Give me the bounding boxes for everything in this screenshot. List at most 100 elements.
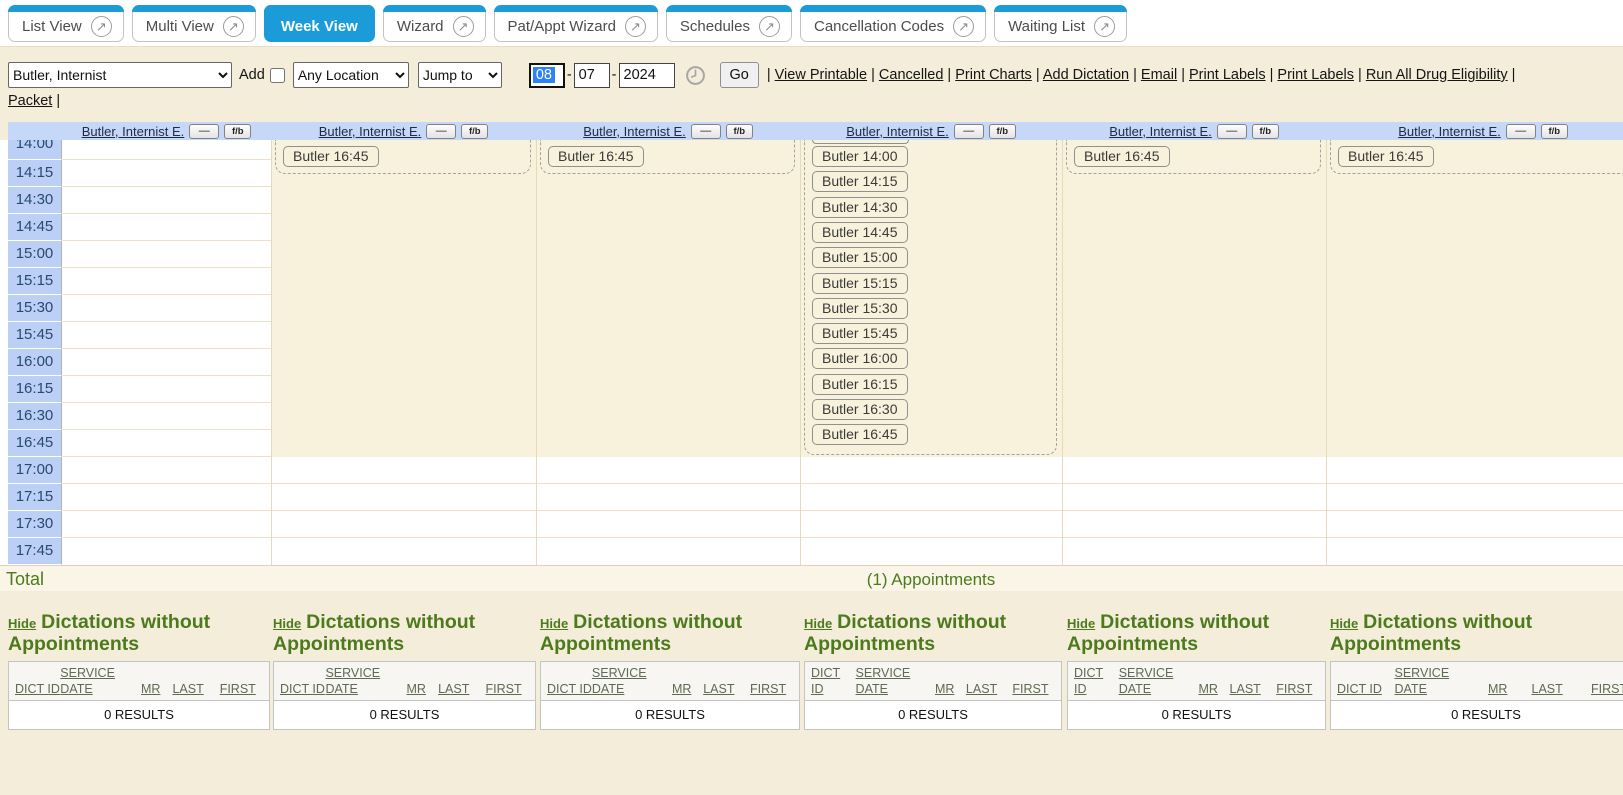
appointment-chip[interactable]: Butler 16:45 [548,146,644,167]
provider-link[interactable]: Butler, Internist E. [1398,124,1501,139]
appointment-chip[interactable]: Butler 16:45 [1074,146,1170,167]
dictations-column-header[interactable]: SERVICE DATE [856,665,935,697]
dictations-column-header[interactable]: MR [672,681,703,697]
appointment-chip[interactable]: Butler 15:30 [812,298,908,319]
dictations-column-header[interactable]: FIRST [220,681,263,697]
hide-dictations-link[interactable]: Hide [273,616,301,631]
hide-dictations-link[interactable]: Hide [540,616,568,631]
provider-link[interactable]: Butler, Internist E. [319,124,422,139]
appointment-chip[interactable]: Butler 15:15 [812,273,908,294]
dictations-column-header[interactable]: SERVICE DATE [325,665,406,697]
collapse-column-button[interactable]: — [691,124,721,139]
toolbar-link[interactable]: Print Labels [1277,67,1354,83]
dictations-column-header[interactable]: FIRST [750,681,793,697]
dictations-column-header[interactable]: DICT ID [280,681,325,697]
appointment-chip[interactable]: Butler 16:45 [1338,146,1434,167]
dictations-column-header[interactable]: DICT ID [811,665,856,697]
hide-dictations-link[interactable]: Hide [1330,616,1358,631]
dictations-column-header[interactable]: MR [1488,681,1520,697]
toolbar-link[interactable]: Print Charts [955,67,1032,83]
popout-icon[interactable]: ↗ [453,16,474,37]
hide-dictations-link[interactable]: Hide [8,616,36,631]
dictations-column-header[interactable]: LAST [703,681,750,697]
appointment-chip[interactable]: Butler 15:45 [812,323,908,344]
dictations-column-header[interactable]: FIRST [486,681,529,697]
popout-icon[interactable]: ↗ [953,16,974,37]
dictations-column-header[interactable]: FIRST [1012,681,1055,697]
date-year-input[interactable] [619,63,675,88]
dictations-column-header[interactable]: MR [141,681,172,697]
toolbar-link[interactable]: Packet [8,93,52,109]
dictations-column-header[interactable]: DICT ID [1337,681,1383,697]
provider-link[interactable]: Butler, Internist E. [846,124,949,139]
popout-icon[interactable]: ↗ [1094,16,1115,37]
date-day-input[interactable] [574,63,610,88]
tab-schedules[interactable]: Schedules↗ [666,5,792,42]
toolbar-link[interactable]: Print Labels [1189,67,1266,83]
appointment-chip[interactable]: Butler 15:00 [812,247,908,268]
dictations-column-header[interactable]: MR [406,681,438,697]
dictations-column-header[interactable]: LAST [1532,681,1580,697]
appointment-chip[interactable]: Butler 14:00 [812,146,908,167]
tab-week-view[interactable]: Week View [264,5,375,42]
collapse-column-button[interactable]: — [954,124,984,139]
forward-back-button[interactable]: f/b [461,124,488,139]
toolbar-link[interactable]: Email [1141,67,1177,83]
dictations-column-header[interactable]: MR [935,681,966,697]
hide-dictations-link[interactable]: Hide [804,616,832,631]
hide-dictations-link[interactable]: Hide [1067,616,1095,631]
appointment-chip[interactable]: Butler 16:30 [812,399,908,420]
add-checkbox[interactable] [270,68,285,83]
appointment-chip[interactable]: Butler 14:45 [812,222,908,243]
appointment-chip[interactable]: Butler 16:00 [812,348,908,369]
dictations-column-header[interactable]: LAST [966,681,1012,697]
tab-cancellation-codes[interactable]: Cancellation Codes↗ [800,5,986,42]
dictations-column-header[interactable]: LAST [172,681,219,697]
dictations-column-header[interactable]: FIRST [1276,681,1319,697]
popout-icon[interactable]: ↗ [223,16,244,37]
clock-icon[interactable] [685,65,706,86]
provider-link[interactable]: Butler, Internist E. [1109,124,1212,139]
forward-back-button[interactable]: f/b [989,124,1016,139]
forward-back-button[interactable]: f/b [726,124,753,139]
dictations-column-header[interactable]: MR [1198,681,1229,697]
appointment-chip[interactable]: Butler 14:30 [812,197,908,218]
provider-select[interactable]: Butler, Internist [8,62,232,88]
tab-pat-appt-wizard[interactable]: Pat/Appt Wizard↗ [494,5,658,42]
toolbar-link[interactable]: Cancelled [879,67,944,83]
tab-multi-view[interactable]: Multi View↗ [132,5,256,42]
forward-back-button[interactable]: f/b [1252,124,1279,139]
date-month-input[interactable]: 08 [529,63,565,88]
toolbar-link[interactable]: Add Dictation [1043,67,1129,83]
provider-link[interactable]: Butler, Internist E. [82,124,185,139]
popout-icon[interactable]: ↗ [759,16,780,37]
appointment-chip[interactable]: Butler 14:15 [812,171,908,192]
jump-to-select[interactable]: Jump to [418,62,502,88]
go-button[interactable]: Go [720,62,759,88]
dictations-column-header[interactable]: DICT ID [1074,665,1119,697]
tab-list-view[interactable]: List View↗ [8,5,124,42]
toolbar-link[interactable]: View Printable [775,67,867,83]
collapse-column-button[interactable]: — [426,124,456,139]
dictations-column-header[interactable]: SERVICE DATE [1395,665,1477,697]
forward-back-button[interactable]: f/b [1541,124,1568,139]
tab-waiting-list[interactable]: Waiting List↗ [994,5,1127,42]
tab-wizard[interactable]: Wizard↗ [383,5,486,42]
dictations-column-header[interactable]: DICT ID [15,681,60,697]
collapse-column-button[interactable]: — [1217,124,1247,139]
location-select[interactable]: Any Location [293,62,409,88]
forward-back-button[interactable]: f/b [224,124,251,139]
dictations-column-header[interactable]: LAST [438,681,485,697]
dictations-column-header[interactable]: FIRST [1591,681,1623,697]
dictations-column-header[interactable]: SERVICE DATE [60,665,141,697]
collapse-column-button[interactable]: — [1506,124,1536,139]
appointment-chip[interactable]: Butler 16:45 [812,424,908,445]
appointment-chip[interactable]: Butler 16:15 [812,374,908,395]
appointment-chip[interactable]: Butler 16:45 [283,146,379,167]
collapse-column-button[interactable]: — [189,124,219,139]
provider-link[interactable]: Butler, Internist E. [583,124,686,139]
popout-icon[interactable]: ↗ [625,16,646,37]
dictations-column-header[interactable]: SERVICE DATE [1119,665,1199,697]
toolbar-link[interactable]: Run All Drug Eligibility [1366,67,1508,83]
popout-icon[interactable]: ↗ [91,16,112,37]
